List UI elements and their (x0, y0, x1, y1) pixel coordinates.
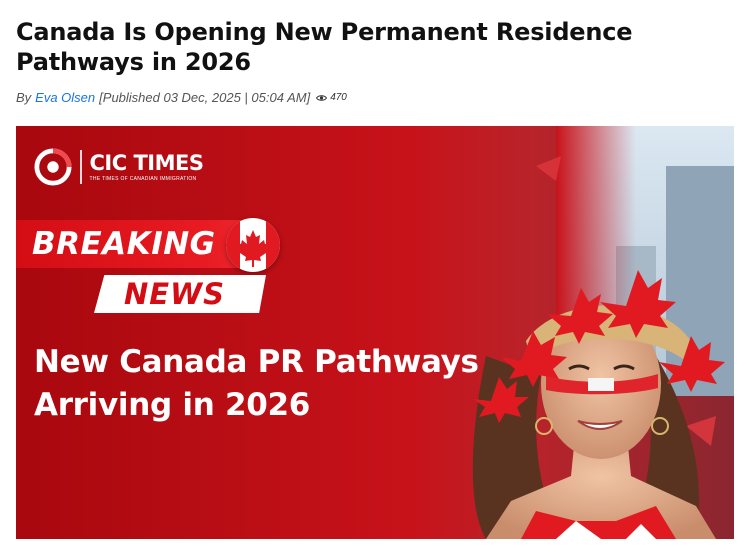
view-count-value: 470 (330, 92, 347, 103)
hero-image: CIC TIMES THE TIMES OF CANADIAN IMMIGRAT… (16, 126, 734, 539)
logo-name: CIC TIMES (89, 151, 204, 175)
news-label: NEWS (124, 277, 225, 311)
maple-leaf-flag-icon (226, 218, 280, 272)
cic-logo-icon (34, 148, 72, 186)
hero-title: New Canada PR Pathways Arriving in 2026 (34, 344, 479, 423)
published-date: [Published 03 Dec, 2025 | 05:04 AM] (99, 90, 311, 105)
logo-divider (80, 150, 82, 184)
author-link[interactable]: Eva Olsen (35, 90, 95, 105)
logo-tagline: THE TIMES OF CANADIAN IMMIGRATION (89, 176, 197, 182)
view-count: 470 (316, 92, 347, 103)
article-headline: Canada Is Opening New Permanent Residenc… (16, 18, 633, 76)
hero-scene (16, 126, 734, 539)
eye-icon (316, 94, 328, 101)
byline-prefix: By (16, 90, 32, 105)
breaking-label: BREAKING (32, 226, 216, 262)
cic-times-logo: CIC TIMES THE TIMES OF CANADIAN IMMIGRAT… (34, 148, 204, 186)
byline: By Eva Olsen [Published 03 Dec, 2025 | 0… (16, 90, 347, 105)
